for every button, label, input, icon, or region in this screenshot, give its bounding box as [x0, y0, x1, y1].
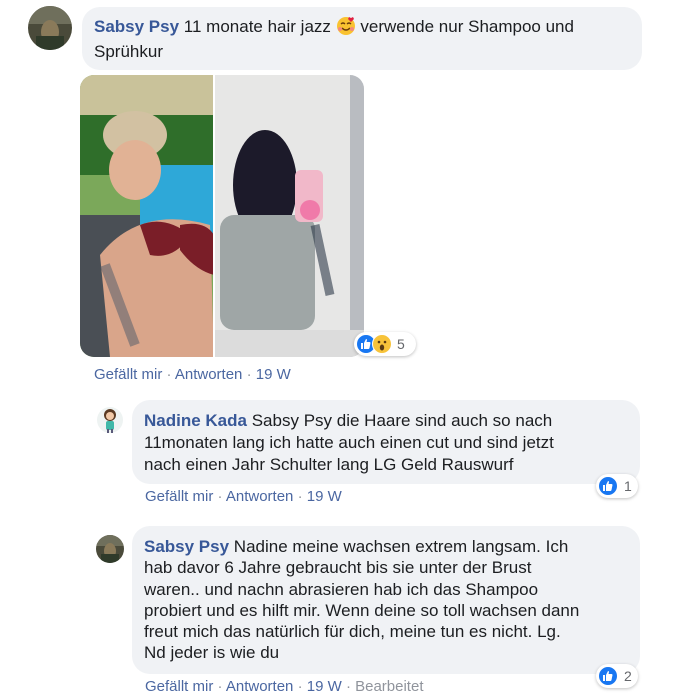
comment-text: Nd jeder is wie du	[144, 643, 280, 663]
avatar-nadine[interactable]	[96, 406, 124, 434]
comment-text: Sprühkur	[94, 42, 163, 61]
comment-bubble: Sabsy Psy 11 monate hair jazz verwende n…	[82, 7, 642, 70]
avatar-sabsy[interactable]	[28, 6, 72, 50]
like-link[interactable]: Gefällt mir	[145, 488, 213, 505]
comment-author[interactable]: Nadine Kada	[144, 411, 247, 430]
like-link[interactable]: Gefällt mir	[145, 678, 213, 695]
avatar-sabsy[interactable]	[96, 535, 124, 563]
comment-author[interactable]: Sabsy Psy	[94, 17, 179, 36]
timestamp[interactable]: 19 W	[307, 678, 342, 695]
comment-text: Nadine meine wachsen extrem langsam. Ich	[233, 537, 569, 556]
reaction-count: 2	[624, 668, 632, 684]
reaction-summary[interactable]: 5	[354, 332, 416, 356]
separator: ·	[166, 366, 172, 383]
reaction-count: 1	[624, 478, 632, 494]
separator: ·	[297, 678, 303, 695]
separator: ·	[217, 488, 223, 505]
avatar-image	[96, 535, 124, 563]
comment-actions: Gefällt mir · Antworten · 19 W	[94, 366, 291, 383]
separator: ·	[217, 678, 223, 695]
comment-text: 11 monate hair jazz	[183, 17, 331, 36]
avatar-image	[97, 407, 123, 433]
separator: ·	[345, 678, 351, 695]
like-reaction-icon	[598, 476, 618, 496]
separator: ·	[297, 488, 303, 505]
comment-text: freut mich das natürlich für dich, meine…	[144, 622, 561, 642]
comment-author[interactable]: Sabsy Psy	[144, 537, 229, 556]
comment-actions: Gefällt mir · Antworten · 19 W	[145, 488, 342, 505]
selfie-collage-image	[80, 75, 364, 357]
comment-text: probiert und es hilft mir. Wenn deine so…	[144, 600, 580, 620]
timestamp[interactable]: 19 W	[256, 366, 291, 383]
comment-bubble: Nadine Kada Sabsy Psy die Haare sind auc…	[132, 400, 640, 484]
comment-bubble: Sabsy Psy Nadine meine wachsen extrem la…	[132, 526, 640, 674]
reaction-summary[interactable]: 2	[596, 664, 638, 688]
separator: ·	[246, 366, 252, 383]
like-reaction-icon	[598, 666, 618, 686]
reply-link[interactable]: Antworten	[226, 488, 294, 505]
like-link[interactable]: Gefällt mir	[94, 366, 162, 383]
comment-text: verwende nur Shampoo und	[360, 17, 574, 36]
comment-text: Sabsy Psy die Haare sind auch so nach	[251, 411, 553, 430]
smiling-face-with-hearts-icon	[336, 16, 356, 41]
comment-text: waren.. und nachn abrasieren hab ich das…	[144, 579, 539, 599]
comment-text: nach einen Jahr Schulter lang LG Geld Ra…	[144, 455, 514, 474]
comment-photo[interactable]	[80, 75, 364, 357]
edited-label[interactable]: Bearbeitet	[355, 678, 423, 695]
reaction-summary[interactable]: 1	[596, 474, 638, 498]
reply-link[interactable]: Antworten	[226, 678, 294, 695]
reaction-count: 5	[397, 336, 405, 352]
comment-text: hab davor 6 Jahre gebraucht bis sie unte…	[144, 558, 532, 578]
reply-link[interactable]: Antworten	[175, 366, 243, 383]
comment-actions: Gefällt mir · Antworten · 19 W · Bearbei…	[145, 678, 424, 695]
timestamp[interactable]: 19 W	[307, 488, 342, 505]
wow-reaction-icon	[372, 334, 392, 354]
comment-text: 11monaten lang ich hatte auch einen cut …	[144, 433, 554, 452]
avatar-image	[28, 6, 72, 50]
